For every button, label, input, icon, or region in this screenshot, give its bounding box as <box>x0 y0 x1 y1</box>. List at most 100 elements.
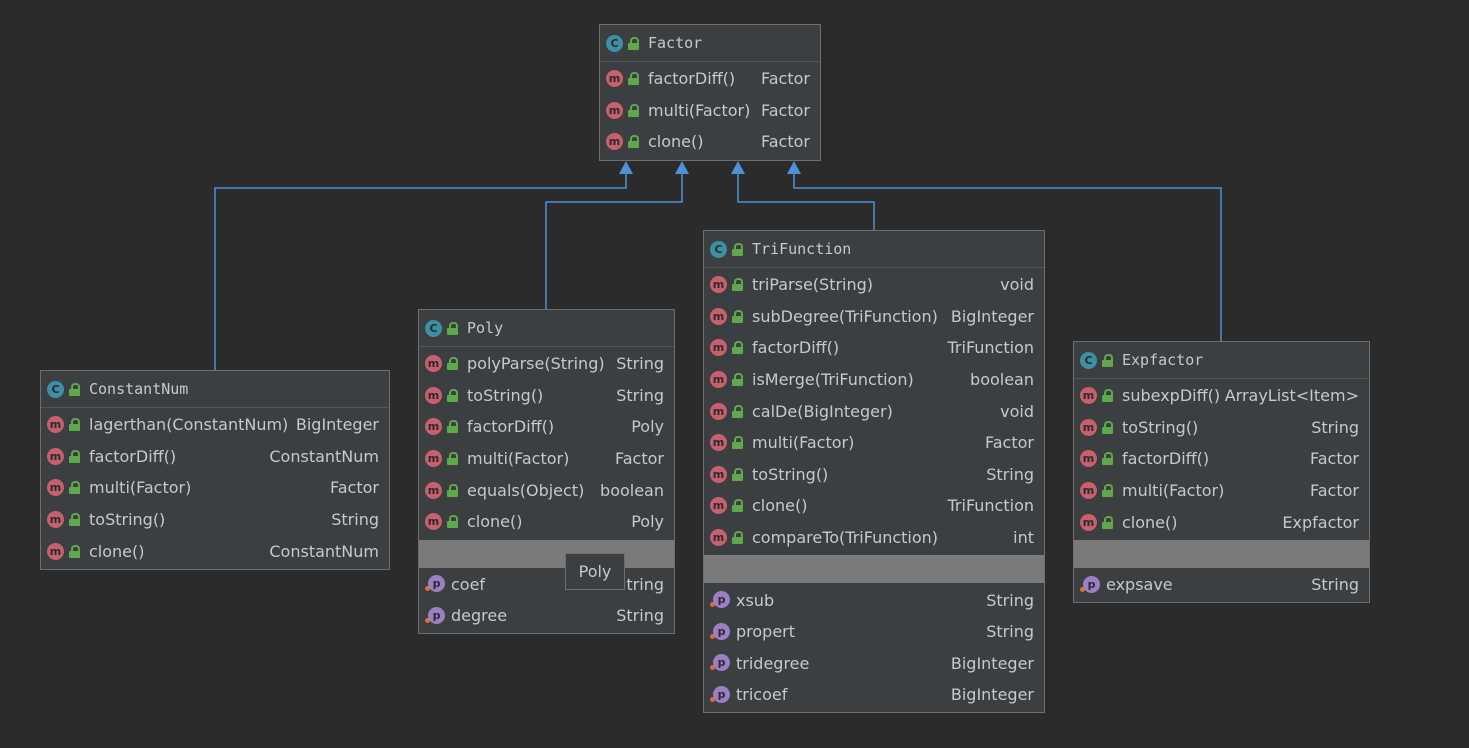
method-row[interactable]: m clone() Expfactor <box>1074 506 1369 538</box>
method-icon: m <box>425 386 442 404</box>
method-name: isMerge(TriFunction) <box>752 370 914 390</box>
method-icon: m <box>425 481 442 499</box>
property-name: degree <box>451 606 508 626</box>
method-icon: m <box>1080 450 1097 468</box>
method-icon: m <box>606 133 623 151</box>
method-icon: m <box>710 339 727 357</box>
method-row[interactable]: m polyParse(String) String <box>419 348 674 380</box>
property-icon: p <box>425 574 447 594</box>
class-header[interactable]: C ConstantNum <box>41 371 389 408</box>
method-name: toString() <box>467 385 544 405</box>
property-badge: p <box>713 685 730 703</box>
method-row[interactable]: m multi(Factor) Factor <box>704 427 1044 459</box>
method-row[interactable]: m toString() String <box>419 380 674 412</box>
method-icon: m <box>1080 513 1097 531</box>
method-row[interactable]: m clone() Factor <box>600 126 820 158</box>
method-icon: m <box>425 450 442 468</box>
method-row[interactable]: m equals(Object) boolean <box>419 474 674 506</box>
method-name: clone() <box>1122 512 1178 532</box>
public-lock-icon <box>1102 420 1114 434</box>
method-return-type: BigInteger <box>950 306 1034 326</box>
property-row[interactable]: p expsave String <box>1074 569 1369 601</box>
property-row[interactable]: p propert String <box>704 616 1044 648</box>
class-node-poly[interactable]: C Poly m polyParse(String) String m toString()… <box>418 309 675 634</box>
method-name: lagerthan(ConstantNum) <box>89 415 289 435</box>
method-row[interactable]: m clone() Poly <box>419 506 674 538</box>
method-name: factorDiff() <box>1122 449 1210 469</box>
property-row[interactable]: p tridegree BigInteger <box>704 648 1044 680</box>
method-row[interactable]: m clone() ConstantNum <box>41 535 389 567</box>
method-row[interactable]: m toString() String <box>704 459 1044 491</box>
property-row[interactable]: p tricoef BigInteger <box>704 679 1044 711</box>
public-lock-icon <box>1102 484 1114 498</box>
public-lock-icon <box>447 452 459 466</box>
method-icon: m <box>710 497 727 515</box>
method-icon: m <box>606 70 623 88</box>
method-row[interactable]: m isMerge(TriFunction) boolean <box>704 364 1044 396</box>
method-row[interactable]: m multi(Factor) Factor <box>1074 475 1369 507</box>
property-row[interactable]: p degree String <box>419 600 674 632</box>
method-row[interactable]: m subexpDiff() ArrayList<Item> <box>1074 380 1369 412</box>
method-row[interactable]: m clone() TriFunction <box>704 490 1044 522</box>
property-name: tridegree <box>736 653 810 673</box>
class-node-factor[interactable]: C Factor m factorDiff() Factor m multi(Factor)… <box>599 24 821 161</box>
property-name: tricoef <box>736 685 788 705</box>
method-return-type: BigInteger <box>295 415 379 435</box>
method-icon: m <box>710 465 727 483</box>
property-badge: p <box>713 591 730 609</box>
method-name: compareTo(TriFunction) <box>752 528 939 548</box>
method-return-type: Factor <box>1310 449 1359 469</box>
class-node-constantnum[interactable]: C ConstantNum m lagerthan(ConstantNum) BigIn… <box>40 370 390 570</box>
public-lock-icon <box>1102 353 1114 367</box>
class-node-trifunction[interactable]: C TriFunction m triParse(String) void m subDeg… <box>703 230 1045 713</box>
class-header[interactable]: C Expfactor <box>1074 342 1369 379</box>
edge-poly-to-factor[interactable] <box>545 163 683 309</box>
method-name: clone() <box>467 512 523 532</box>
property-badge: p <box>713 622 730 640</box>
method-row[interactable]: m subDegree(TriFunction) BigInteger <box>704 301 1044 333</box>
inheritance-arrowhead-icon <box>731 161 745 174</box>
inheritance-arrowhead-icon <box>675 161 689 174</box>
public-lock-icon <box>732 309 744 323</box>
method-return-type: String <box>1311 417 1359 437</box>
method-name: factorDiff() <box>752 338 840 358</box>
method-icon: m <box>1080 418 1097 436</box>
method-return-type: ArrayList<Item> <box>1224 386 1359 406</box>
method-row[interactable]: m compareTo(TriFunction) int <box>704 522 1044 554</box>
method-row[interactable]: m toString() String <box>41 504 389 536</box>
method-return-type: ConstantNum <box>269 541 379 561</box>
method-icon: m <box>710 276 727 294</box>
method-row[interactable]: m toString() String <box>1074 412 1369 444</box>
method-name: multi(Factor) <box>89 478 192 498</box>
edge-trifunction-to-factor[interactable] <box>737 163 875 230</box>
property-row[interactable]: p coef tring <box>419 569 674 601</box>
public-lock-icon <box>732 373 744 387</box>
class-node-expfactor[interactable]: C Expfactor m subexpDiff() ArrayList<Item> m t… <box>1073 341 1370 603</box>
method-row[interactable]: m multi(Factor) Factor <box>41 472 389 504</box>
method-name: multi(Factor) <box>1122 481 1225 501</box>
method-row[interactable]: m factorDiff() Poly <box>419 411 674 443</box>
method-row[interactable]: m factorDiff() Factor <box>600 63 820 95</box>
property-row[interactable]: p xsub String <box>704 584 1044 616</box>
method-row[interactable]: m multi(Factor) Factor <box>419 443 674 475</box>
method-row[interactable]: m factorDiff() ConstantNum <box>41 441 389 473</box>
method-return-type: boolean <box>970 370 1034 390</box>
method-name: equals(Object) <box>467 480 585 500</box>
class-header[interactable]: C TriFunction <box>704 231 1044 268</box>
property-icon: p <box>710 653 732 673</box>
method-row[interactable]: m calDe(BigInteger) void <box>704 395 1044 427</box>
class-name: Factor <box>648 34 703 52</box>
method-row[interactable]: m factorDiff() Factor <box>1074 443 1369 475</box>
property-name: xsub <box>736 590 775 610</box>
property-type: String <box>1311 575 1359 595</box>
method-row[interactable]: m multi(Factor) Factor <box>600 95 820 127</box>
method-row[interactable]: m lagerthan(ConstantNum) BigInteger <box>41 409 389 441</box>
method-row[interactable]: m triParse(String) void <box>704 269 1044 301</box>
inheritance-arrowhead-icon <box>619 161 633 174</box>
method-return-type: void <box>1000 275 1034 295</box>
method-return-type: Factor <box>761 69 810 89</box>
class-header[interactable]: C Poly <box>419 310 674 347</box>
property-icon: p <box>710 590 732 610</box>
method-row[interactable]: m factorDiff() TriFunction <box>704 332 1044 364</box>
class-header[interactable]: C Factor <box>600 25 820 62</box>
